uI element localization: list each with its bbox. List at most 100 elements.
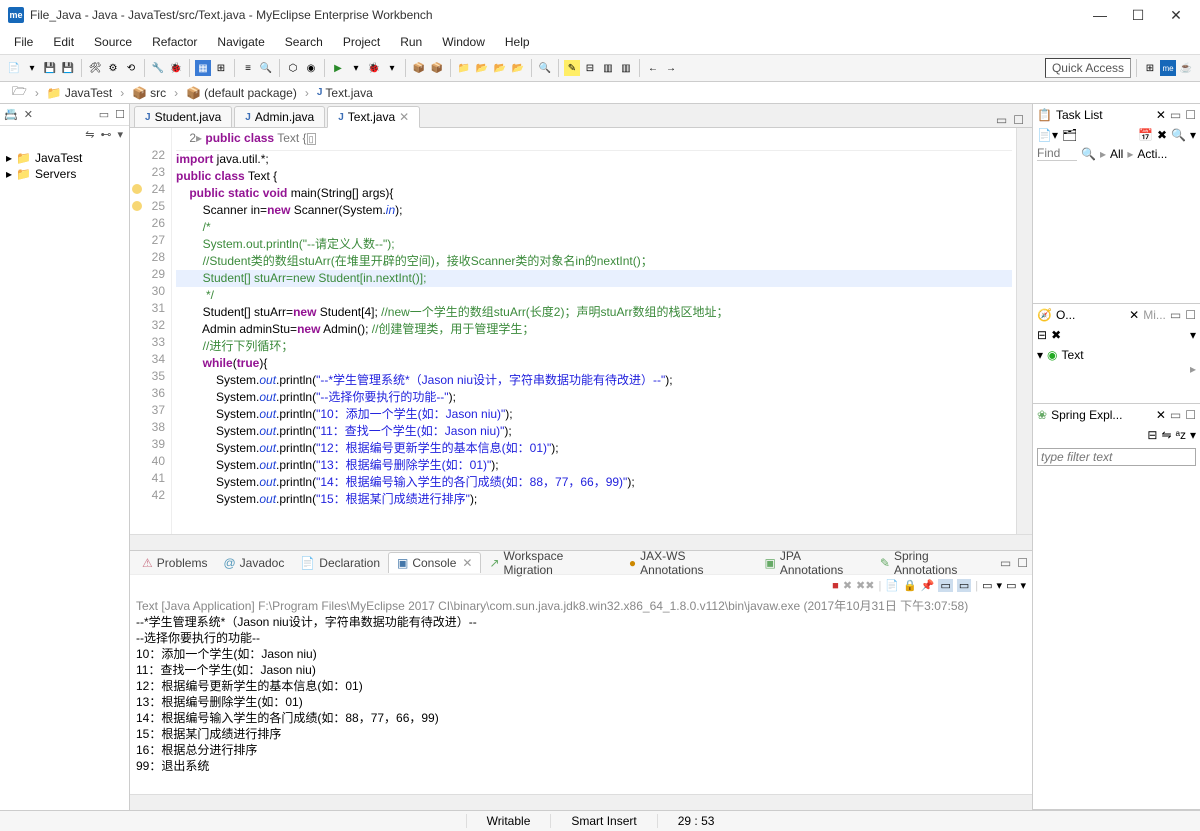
- menu-icon[interactable]: ▾: [1190, 328, 1196, 342]
- tool-icon[interactable]: ▥: [618, 60, 634, 76]
- minimize-icon[interactable]: ▭: [99, 108, 109, 121]
- tool-icon[interactable]: ⚙: [105, 60, 121, 76]
- dropdown-icon[interactable]: ▾: [997, 579, 1003, 592]
- spring-filter-input[interactable]: [1037, 448, 1196, 466]
- run-icon[interactable]: ▶: [330, 60, 346, 76]
- tool-icon[interactable]: 🔍: [537, 60, 553, 76]
- close-icon[interactable]: ✕: [1156, 408, 1166, 422]
- quick-access[interactable]: Quick Access: [1045, 58, 1131, 78]
- vertical-scrollbar[interactable]: [1016, 128, 1032, 534]
- link-icon[interactable]: ⊷: [100, 128, 111, 144]
- close-button[interactable]: ✕: [1166, 7, 1186, 24]
- tool-icon[interactable]: 🔧: [150, 60, 166, 76]
- maximize-icon[interactable]: ☐: [1185, 408, 1196, 422]
- open-console-icon[interactable]: ▭: [982, 579, 992, 592]
- tool-icon[interactable]: 🐞: [168, 60, 184, 76]
- menu-help[interactable]: Help: [497, 33, 538, 51]
- tool-icon[interactable]: ⊟: [1147, 428, 1157, 442]
- scroll-lock-icon[interactable]: 🔒: [903, 579, 917, 592]
- menu-icon[interactable]: ▾: [1190, 128, 1196, 142]
- folder-icon[interactable]: 📁: [456, 60, 472, 76]
- breadcrumb-item[interactable]: 📦src: [128, 85, 170, 101]
- dropdown-icon[interactable]: ▾: [348, 60, 364, 76]
- minimize-icon[interactable]: ▭: [1170, 308, 1181, 322]
- bottom-tab-declaration[interactable]: 📄Declaration: [292, 553, 388, 573]
- maximize-button[interactable]: ☐: [1128, 7, 1148, 24]
- tool-icon[interactable]: 🗂: [1062, 128, 1077, 142]
- editor-tab[interactable]: JText.java✕: [327, 106, 420, 128]
- menu-icon[interactable]: ▾: [1190, 428, 1196, 442]
- minimize-icon[interactable]: ▭: [1000, 556, 1011, 570]
- highlight-icon[interactable]: ✎: [564, 60, 580, 76]
- tool-icon[interactable]: ⊟: [582, 60, 598, 76]
- tool-icon[interactable]: 📅: [1138, 128, 1153, 142]
- tool-icon[interactable]: 🔍: [1171, 128, 1186, 142]
- tree-node[interactable]: ▸📁JavaTest: [6, 150, 123, 166]
- breadcrumb-item[interactable]: 🗁: [8, 81, 31, 104]
- minimap-tab[interactable]: Mi...: [1143, 308, 1166, 322]
- new-console-icon[interactable]: ▭: [1006, 579, 1016, 592]
- menu-search[interactable]: Search: [277, 33, 331, 51]
- tool-icon[interactable]: ◉: [303, 60, 319, 76]
- tool-icon[interactable]: ⇋: [1161, 428, 1171, 442]
- tool-icon[interactable]: ✖: [1157, 128, 1167, 142]
- folder-icon[interactable]: 📂: [510, 60, 526, 76]
- outline-item[interactable]: ▾◉ Text: [1037, 348, 1196, 362]
- maximize-icon[interactable]: ☐: [1013, 113, 1024, 127]
- debug-icon[interactable]: 🐞: [366, 60, 382, 76]
- display-icon[interactable]: ▭: [938, 579, 952, 592]
- tool-icon[interactable]: 📦: [429, 60, 445, 76]
- dropdown-icon[interactable]: ▾: [1020, 579, 1026, 592]
- save-icon[interactable]: 💾: [42, 60, 58, 76]
- outline-tab[interactable]: O...: [1056, 308, 1125, 322]
- search-icon[interactable]: 🔍: [1081, 147, 1096, 161]
- bottom-tab-problems[interactable]: ⚠Problems: [134, 553, 215, 573]
- code-area[interactable]: 2▸ public class Text {▯import java.util.…: [172, 128, 1016, 534]
- tool-icon[interactable]: 📄▾: [1037, 128, 1058, 142]
- minimize-icon[interactable]: ▭: [1170, 108, 1181, 122]
- close-icon[interactable]: ✕: [24, 108, 33, 121]
- maximize-icon[interactable]: ☐: [1185, 308, 1196, 322]
- dropdown-icon[interactable]: ▾: [24, 60, 40, 76]
- back-icon[interactable]: ←: [645, 60, 661, 76]
- close-icon[interactable]: ✕: [462, 556, 472, 570]
- close-icon[interactable]: ✕: [1156, 108, 1166, 122]
- java-perspective-icon[interactable]: ☕: [1178, 60, 1194, 76]
- menu-project[interactable]: Project: [335, 33, 388, 51]
- code-editor[interactable]: 2223242526272829303132333435363738394041…: [130, 128, 1032, 534]
- remove-all-icon[interactable]: ✖✖: [856, 579, 874, 592]
- terminate-icon[interactable]: ■: [832, 580, 839, 592]
- tool-icon[interactable]: ≡: [240, 60, 256, 76]
- bottom-tab-console[interactable]: ▣Console✕: [388, 552, 481, 573]
- menu-refactor[interactable]: Refactor: [144, 33, 205, 51]
- bottom-tab-javadoc[interactable]: @Javadoc: [215, 553, 292, 573]
- breadcrumb-item[interactable]: 📁JavaTest: [43, 85, 116, 101]
- perspective-icon[interactable]: ⊞: [1142, 60, 1158, 76]
- close-icon[interactable]: ✕: [1129, 308, 1139, 322]
- minimize-icon[interactable]: ▭: [1170, 408, 1181, 422]
- editor-tab[interactable]: JAdmin.java: [234, 106, 325, 127]
- pin-icon[interactable]: 📌: [921, 579, 935, 592]
- clear-icon[interactable]: 📄: [885, 579, 899, 592]
- tool-icon[interactable]: ⬡: [285, 60, 301, 76]
- tool-icon[interactable]: ⊞: [213, 60, 229, 76]
- maximize-icon[interactable]: ☐: [1185, 108, 1196, 122]
- maximize-icon[interactable]: ☐: [115, 108, 125, 121]
- task-filter-active[interactable]: Acti...: [1137, 147, 1167, 161]
- toggle-icon[interactable]: ▦: [195, 60, 211, 76]
- menu-edit[interactable]: Edit: [45, 33, 82, 51]
- menu-run[interactable]: Run: [392, 33, 430, 51]
- menu-icon[interactable]: ▾: [117, 128, 123, 144]
- maximize-icon[interactable]: ☐: [1017, 556, 1028, 570]
- menu-file[interactable]: File: [6, 33, 41, 51]
- tool-icon[interactable]: 🛠: [87, 60, 103, 76]
- menu-navigate[interactable]: Navigate: [209, 33, 272, 51]
- tool-icon[interactable]: 📦: [411, 60, 427, 76]
- tool-icon[interactable]: ᵃz: [1176, 428, 1186, 442]
- folder-icon[interactable]: 📂: [492, 60, 508, 76]
- breadcrumb-item[interactable]: JText.java: [313, 85, 377, 101]
- forward-icon[interactable]: →: [663, 60, 679, 76]
- console-output[interactable]: Text [Java Application] F:\Program Files…: [130, 596, 1032, 794]
- myeclipse-icon[interactable]: me: [1160, 60, 1176, 76]
- folder-icon[interactable]: 📂: [474, 60, 490, 76]
